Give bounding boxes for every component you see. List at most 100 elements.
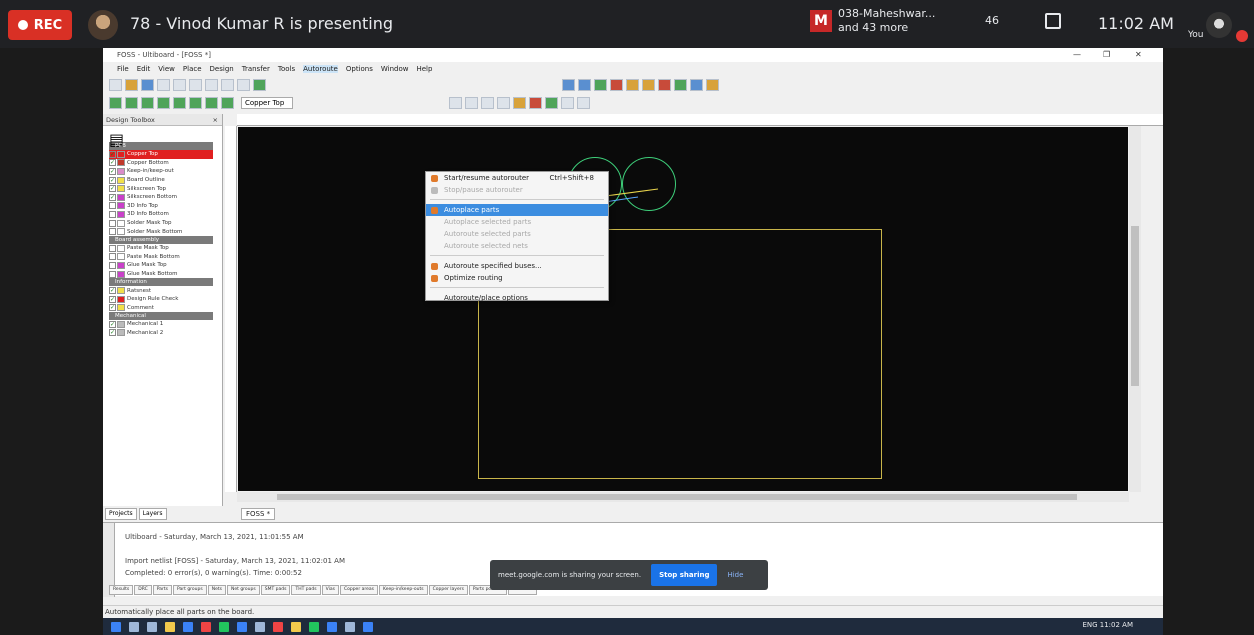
layer-visibility-checkbox[interactable] [109,244,116,252]
layer-visibility-checkbox[interactable] [109,210,116,218]
spreadsheet-tab[interactable]: Nets [207,585,226,595]
layer-row[interactable]: ✓ Keep-in/keep-out [109,167,222,176]
layer-toolbar-icon-5[interactable] [173,97,186,109]
paste-icon[interactable] [205,79,218,91]
toolbar-icon-10[interactable] [253,79,266,91]
participants-summary[interactable]: 038-Maheshwar... and 43 more [838,7,948,35]
taskbar-app-icon[interactable] [363,621,373,632]
layer-row[interactable]: ✓ Ratsnest [109,286,222,295]
hide-button[interactable]: Hide [727,571,743,579]
layer-visibility-checkbox[interactable]: ✓ [109,159,116,167]
draw-toolbar-icon-3[interactable] [481,97,494,109]
layer-row[interactable]: ✓ Board Outline [109,176,222,185]
toolbar-icon-18[interactable] [674,79,687,91]
draw-toolbar-icon-1[interactable] [449,97,462,109]
layer-row[interactable]: ✓ Design Rule Check [109,295,222,304]
layer-row[interactable]: Glue Mask Top [109,261,222,270]
layer-visibility-checkbox[interactable]: ✓ [109,176,116,184]
spreadsheet-tab[interactable]: Net groups [226,585,260,595]
draw-toolbar-icon-2[interactable] [465,97,478,109]
menu-item-autoroute-place-options[interactable]: Autoroute/place options [426,292,608,304]
draw-toolbar-icon-9[interactable] [577,97,590,109]
menu-tools[interactable]: Tools [278,65,295,73]
spreadsheet-tab[interactable]: Results [109,585,134,595]
taskbar-app-icon[interactable] [345,621,355,632]
taskbar-app-icon[interactable] [273,621,283,632]
lightbulb-icon[interactable] [706,79,719,91]
start-icon[interactable] [111,621,121,632]
menu-item-start-resume-autorouter[interactable]: Start/resume autorouter Ctrl+Shift+8 [426,172,608,184]
layer-row[interactable]: Solder Mask Bottom [109,227,222,236]
layer-visibility-checkbox[interactable] [109,270,116,278]
cut-icon[interactable] [173,79,186,91]
people-icon[interactable]: 46 [985,14,999,27]
layer-toolbar-icon-8[interactable] [221,97,234,109]
open-folder-icon[interactable] [125,79,138,91]
layer-group-header[interactable]: Information [109,278,213,287]
layer-visibility-checkbox[interactable]: ✓ [109,193,116,201]
search-icon[interactable] [129,621,139,632]
zoom-icon[interactable] [561,97,574,109]
layer-row[interactable]: Paste Mask Top [109,244,222,253]
spreadsheet-tab[interactable]: SMT pads [260,585,291,595]
layer-visibility-checkbox[interactable]: ✓ [109,295,116,303]
draw-toolbar-icon-6[interactable] [529,97,542,109]
layer-row[interactable]: Solder Mask Top [109,219,222,228]
new-file-icon[interactable] [109,79,122,91]
layer-row[interactable]: ✓ Silkscreen Top [109,184,222,193]
toolbar-icon-17[interactable] [658,79,671,91]
copy-icon[interactable] [189,79,202,91]
stop-sharing-button[interactable]: Stop sharing [651,564,718,586]
layer-row[interactable]: Paste Mask Bottom [109,253,222,262]
layer-toolbar-icon-4[interactable] [157,97,170,109]
layer-toolbar-icon-3[interactable] [141,97,154,109]
menu-edit[interactable]: Edit [137,65,151,73]
layer-row[interactable]: ✓ Comment [109,304,222,313]
menu-file[interactable]: File [117,65,129,73]
vertical-scroll-thumb[interactable] [1131,226,1139,386]
taskbar-app-icon[interactable] [255,621,265,632]
pcb-canvas[interactable] [238,127,1128,491]
taskbar-app-icon[interactable] [237,621,247,632]
toolbar-icon-14[interactable] [610,79,623,91]
spreadsheet-tab[interactable]: Parts [152,585,172,595]
spreadsheet-tab[interactable]: Copper areas [339,585,378,595]
restore-icon[interactable]: ❐ [1103,48,1110,62]
tab-projects[interactable]: Projects [105,508,137,520]
close-icon[interactable]: ✕ [1135,48,1142,62]
save-icon[interactable] [141,79,154,91]
layer-group-header[interactable]: PCB [109,142,213,150]
taskbar-app-icon[interactable] [219,621,229,632]
horizontal-scrollbar[interactable] [237,492,1129,502]
toolbar-icon-19[interactable] [690,79,703,91]
layer-visibility-checkbox[interactable] [109,253,116,261]
layer-visibility-checkbox[interactable] [109,202,116,210]
layer-row[interactable]: Glue Mask Bottom [109,270,222,279]
menu-view[interactable]: View [158,65,175,73]
layer-toolbar-icon-6[interactable] [189,97,202,109]
horizontal-scroll-thumb[interactable] [277,494,1077,500]
layer-toolbar-icon-7[interactable] [205,97,218,109]
spreadsheet-tab[interactable]: Keep-in/keep-outs [379,585,428,595]
layer-select[interactable]: Copper Top [241,97,293,109]
print-icon[interactable] [157,79,170,91]
layer-row[interactable]: ✓ Copper Top [109,150,213,159]
layer-group-header[interactable]: Mechanical [109,312,213,321]
layer-visibility-checkbox[interactable] [109,261,116,269]
layer-visibility-checkbox[interactable]: ✓ [109,185,116,193]
layer-visibility-checkbox[interactable]: ✓ [109,320,116,328]
tab-layers[interactable]: Layers [138,508,167,520]
menu-autoroute[interactable]: Autoroute [303,65,338,73]
layer-visibility-checkbox[interactable]: ✓ [109,150,116,158]
task-view-icon[interactable] [147,621,157,632]
toolbar-icon-16[interactable] [642,79,655,91]
layer-row[interactable]: ✓ Mechanical 2 [109,329,222,338]
document-tab[interactable]: FOSS * [241,508,276,520]
menu-transfer[interactable]: Transfer [242,65,270,73]
spreadsheet-tab[interactable]: DRC [134,585,152,595]
spreadsheet-tab[interactable]: Vias [321,585,339,595]
menu-item-optimize-routing[interactable]: Optimize routing [426,272,608,284]
layer-visibility-checkbox[interactable] [109,228,116,236]
spreadsheet-tab[interactable]: Copper layers [428,585,468,595]
spreadsheet-tab[interactable]: Part groups [173,585,207,595]
